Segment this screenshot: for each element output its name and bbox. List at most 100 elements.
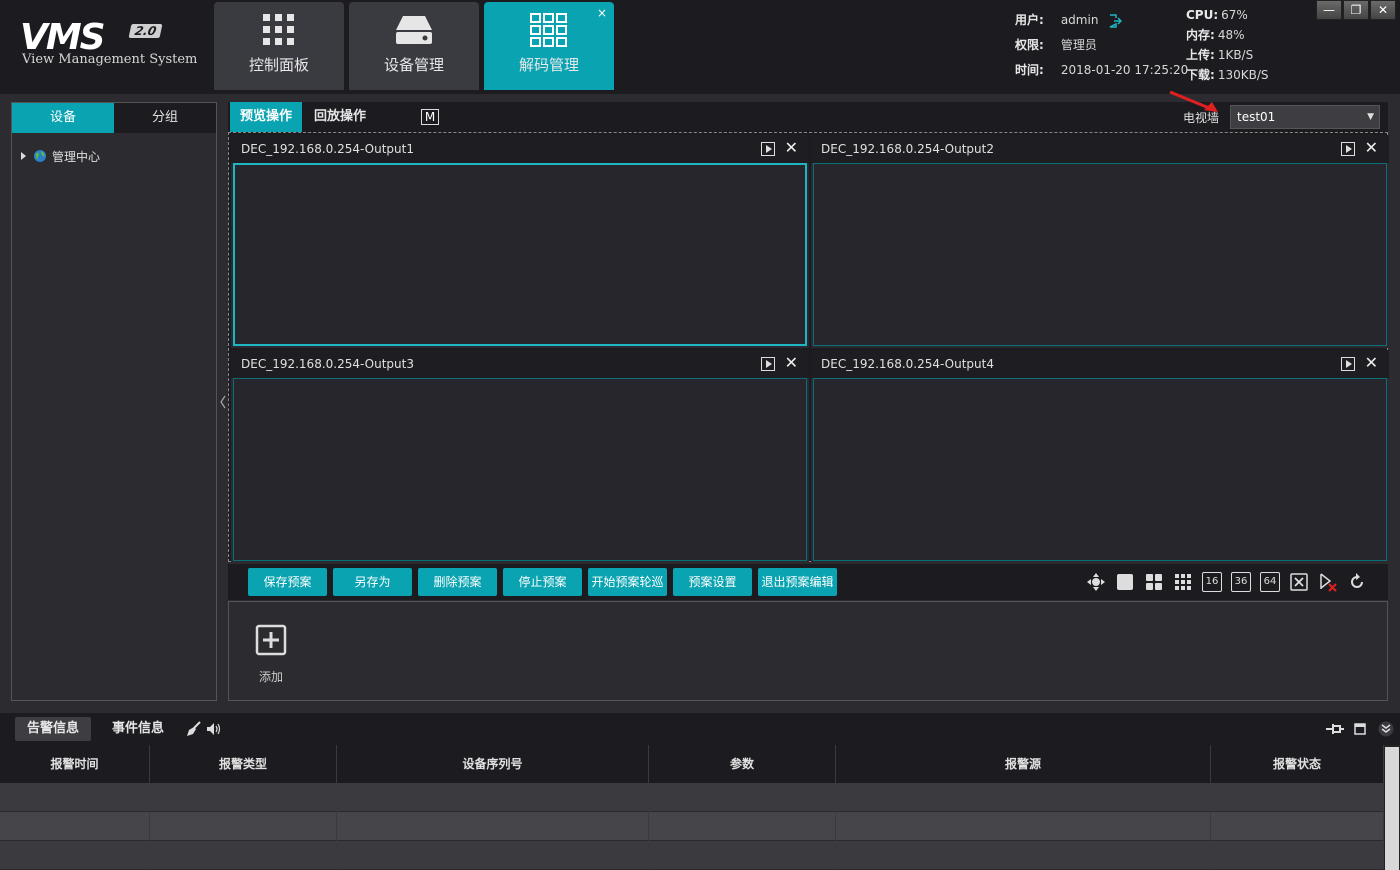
tab-event-info[interactable]: 事件信息 <box>100 717 176 741</box>
download-row: 下载: 130KB/S <box>1186 65 1296 85</box>
clear-brush-icon[interactable] <box>186 721 202 737</box>
ptz-move-icon[interactable] <box>1086 572 1106 592</box>
column-header[interactable]: 设备序列号 <box>337 745 649 783</box>
layout-16-icon[interactable]: 16 <box>1202 572 1222 592</box>
close-icon[interactable]: ✕ <box>785 354 798 372</box>
minimize-button[interactable]: — <box>1316 0 1342 20</box>
pin-icon[interactable] <box>1324 721 1346 737</box>
delete-preset-button[interactable]: 删除预案 <box>418 568 497 596</box>
column-header[interactable]: 参数 <box>649 745 836 783</box>
close-icon[interactable]: ✕ <box>1365 354 1378 372</box>
maximize-panel-icon[interactable] <box>1353 722 1367 736</box>
layout-1-icon[interactable] <box>1115 572 1135 592</box>
save-as-button[interactable]: 另存为 <box>333 568 412 596</box>
close-all-icon[interactable] <box>1289 572 1309 592</box>
tvwall-select[interactable]: test01 ▼ <box>1230 105 1380 129</box>
stop-preset-button[interactable]: 停止预案 <box>503 568 582 596</box>
refresh-icon[interactable] <box>1347 572 1367 592</box>
start-preset-tour-button[interactable]: 开始预案轮巡 <box>588 568 667 596</box>
tab-groups[interactable]: 分组 <box>114 103 216 133</box>
tab-playback[interactable]: 回放操作 <box>304 102 376 132</box>
column-header[interactable]: 报警源 <box>836 745 1211 783</box>
output-pane-3[interactable]: DEC_192.168.0.254-Output3 ✕ <box>231 350 809 563</box>
table-row[interactable] <box>0 812 1384 841</box>
expand-arrow-icon[interactable] <box>20 151 28 161</box>
upload-value: 1KB/S <box>1217 48 1254 62</box>
m-toggle-button[interactable]: M <box>421 109 439 125</box>
table-row[interactable] <box>0 783 1384 812</box>
tab-label: 设备管理 <box>383 56 444 74</box>
title-bar: VMS 2.0 View Management System 控制面板 设备管理 <box>0 0 1400 94</box>
column-header[interactable]: 报警类型 <box>150 745 337 783</box>
user-row: 用户: admin <box>1015 10 1185 35</box>
output-pane-1[interactable]: DEC_192.168.0.254-Output1 ✕ <box>231 135 809 348</box>
pane-title: DEC_192.168.0.254-Output3 <box>241 357 414 371</box>
tab-devices[interactable]: 设备 <box>12 103 114 133</box>
tab-device-management[interactable]: 设备管理 <box>349 2 479 90</box>
video-area[interactable] <box>813 163 1387 346</box>
device-tree-panel: 设备 分组 管理中心 <box>11 102 217 701</box>
pane-header: DEC_192.168.0.254-Output2 ✕ <box>811 135 1389 163</box>
collapse-panel-icon[interactable] <box>1378 721 1394 737</box>
alarm-tabs-bar: 告警信息 事件信息 <box>0 713 1400 745</box>
stop-output-icon[interactable] <box>1318 572 1338 592</box>
logo-version: 2.0 <box>128 24 163 38</box>
table-header: 报警时间 报警类型 设备序列号 参数 报警源 报警状态 <box>0 745 1384 783</box>
user-value: admin <box>1060 13 1099 27</box>
tab-control-panel[interactable]: 控制面板 <box>214 2 344 90</box>
output-pane-4[interactable]: DEC_192.168.0.254-Output4 ✕ <box>811 350 1389 563</box>
layout-36-icon[interactable]: 36 <box>1231 572 1251 592</box>
tab-label: 控制面板 <box>248 56 309 74</box>
decode-output-grid: DEC_192.168.0.254-Output1 ✕ DEC_192.168.… <box>228 132 1389 563</box>
cpu-row: CPU: 67% <box>1186 5 1296 25</box>
close-icon[interactable]: × <box>597 6 607 20</box>
tvwall-label: 电视墙 <box>1183 111 1220 125</box>
preset-settings-button[interactable]: 预案设置 <box>673 568 752 596</box>
close-window-button[interactable]: ✕ <box>1370 0 1396 20</box>
close-icon[interactable]: ✕ <box>785 139 798 157</box>
window-controls: — ❐ ✕ <box>1316 0 1398 20</box>
pane-header: DEC_192.168.0.254-Output3 ✕ <box>231 350 809 378</box>
save-preset-button[interactable]: 保存预案 <box>248 568 327 596</box>
restore-button[interactable]: ❐ <box>1343 0 1369 20</box>
add-icon[interactable] <box>255 624 287 656</box>
logout-icon[interactable] <box>1108 13 1123 28</box>
tab-alarm-info[interactable]: 告警信息 <box>15 717 92 741</box>
alarm-table: 报警时间 报警类型 设备序列号 参数 报警源 报警状态 <box>0 745 1384 870</box>
globe-icon <box>34 150 46 162</box>
scrollbar-thumb[interactable] <box>1385 747 1399 870</box>
layout-64-icon[interactable]: 64 <box>1260 572 1280 592</box>
logo-text: VMS <box>20 17 106 58</box>
user-key: 用户: <box>1015 13 1044 27</box>
play-icon[interactable] <box>761 142 775 156</box>
tab-label: 解码管理 <box>518 56 579 74</box>
tvwall-value: test01 <box>1237 110 1276 124</box>
tab-preview[interactable]: 预览操作 <box>230 102 302 132</box>
pane-header: DEC_192.168.0.254-Output1 ✕ <box>231 135 809 163</box>
table-row[interactable] <box>0 841 1384 870</box>
sound-icon[interactable] <box>206 722 222 736</box>
user-info: 用户: admin 权限: 管理员 时间: 2018-01-20 17:25:2… <box>1015 10 1188 85</box>
play-icon[interactable] <box>761 357 775 371</box>
video-area[interactable] <box>813 378 1387 561</box>
video-area[interactable] <box>233 163 807 346</box>
column-header[interactable]: 报警时间 <box>0 745 150 783</box>
layout-9-icon[interactable] <box>1173 572 1193 592</box>
mem-row: 内存: 48% <box>1186 25 1296 45</box>
close-icon[interactable]: ✕ <box>1365 139 1378 157</box>
play-icon[interactable] <box>1341 357 1355 371</box>
tab-decode-management[interactable]: 解码管理 × <box>484 2 614 90</box>
column-header[interactable]: 报警状态 <box>1211 745 1384 783</box>
upload-row: 上传: 1KB/S <box>1186 45 1296 65</box>
collapse-left-icon[interactable] <box>219 395 227 409</box>
video-area[interactable] <box>233 378 807 561</box>
layout-4-icon[interactable] <box>1144 572 1164 592</box>
play-icon[interactable] <box>1341 142 1355 156</box>
exit-preset-edit-button[interactable]: 退出预案编辑 <box>758 568 837 596</box>
output-pane-2[interactable]: DEC_192.168.0.254-Output2 ✕ <box>811 135 1389 348</box>
tree-node-root[interactable]: 管理中心 <box>20 147 100 165</box>
table-scrollbar[interactable] <box>1384 745 1400 870</box>
cpu-key: CPU: <box>1186 8 1219 22</box>
pane-title: DEC_192.168.0.254-Output2 <box>821 142 994 156</box>
role-key: 权限: <box>1015 38 1044 52</box>
